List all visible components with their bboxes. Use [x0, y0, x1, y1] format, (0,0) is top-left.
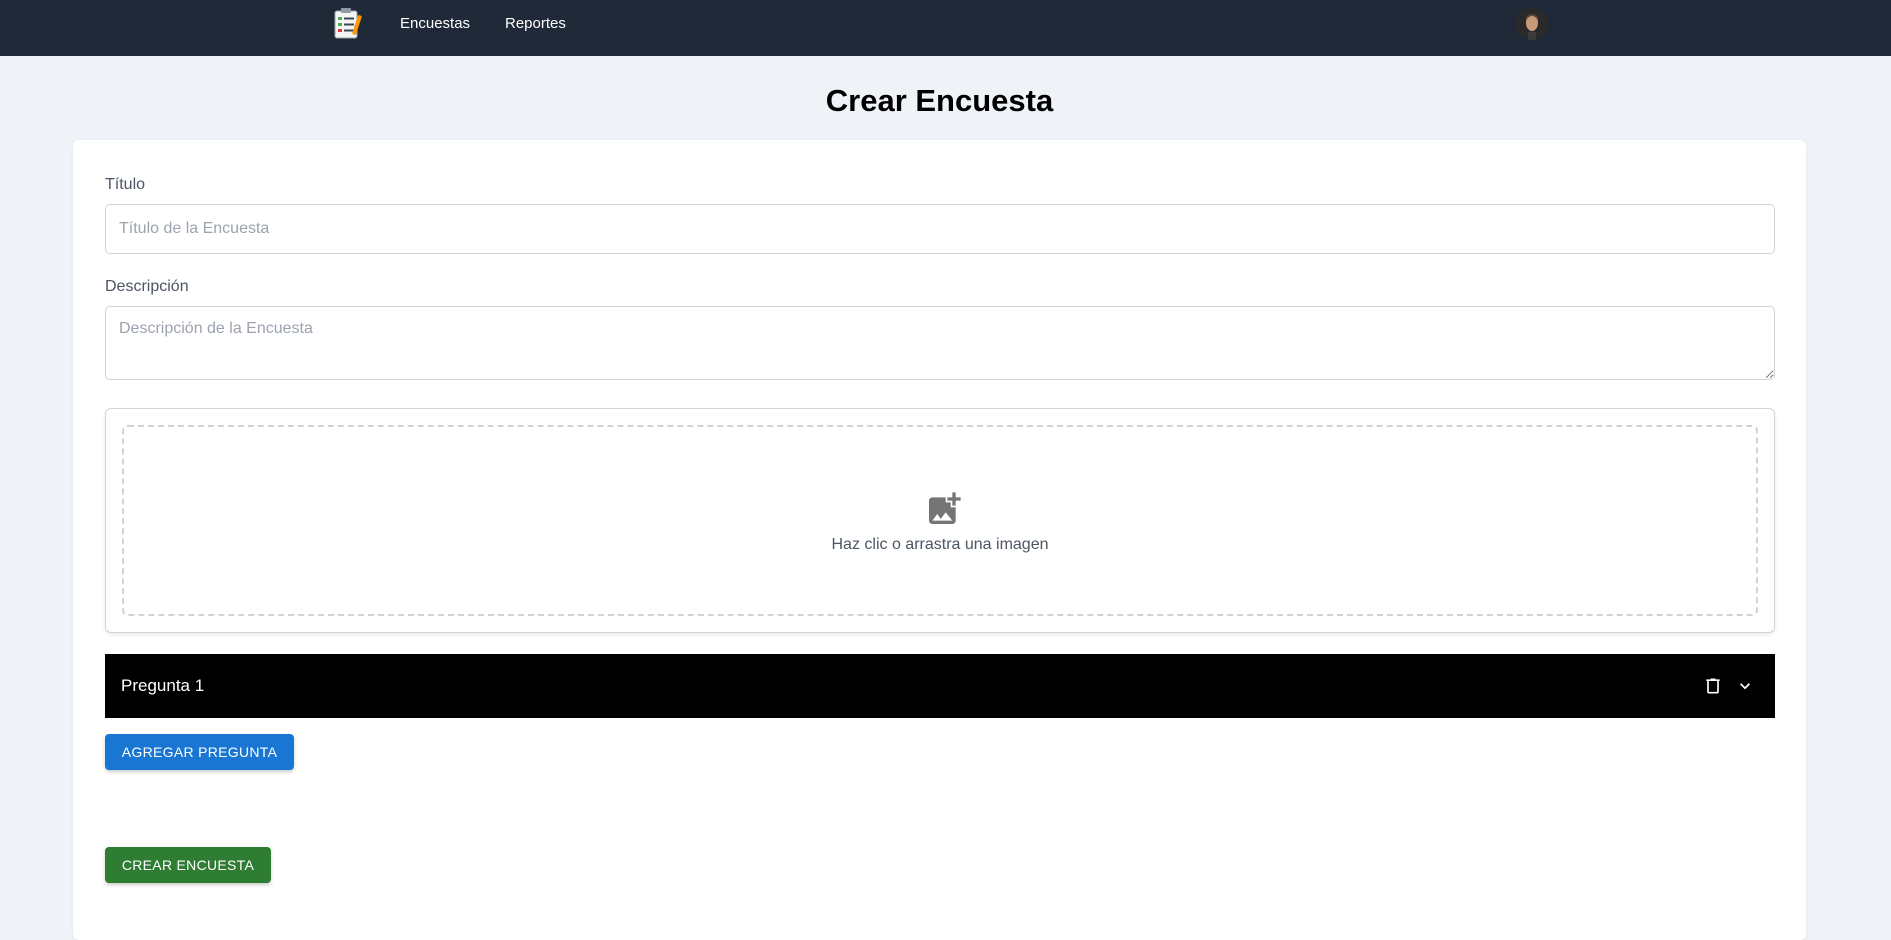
top-navbar: Encuestas Reportes [0, 0, 1891, 56]
chevron-down-icon[interactable] [1735, 676, 1755, 696]
survey-description-input[interactable] [105, 306, 1775, 380]
question-accordion-header[interactable]: Pregunta 1 [105, 654, 1775, 718]
nav-link-reportes[interactable]: Reportes [505, 15, 566, 33]
image-upload-panel: Haz clic o arrastra una imagen [105, 408, 1775, 633]
user-avatar[interactable] [1516, 8, 1548, 40]
create-survey-button[interactable]: CREAR ENCUESTA [105, 847, 271, 883]
add-question-button[interactable]: AGREGAR PREGUNTA [105, 734, 294, 770]
add-photo-icon [929, 492, 961, 524]
survey-title-input[interactable] [105, 204, 1775, 254]
user-avatar-image [1516, 8, 1548, 40]
title-label: Título [105, 176, 146, 193]
dropzone-prompt: Haz clic o arrastra una imagen [831, 536, 1049, 553]
survey-checklist-icon[interactable] [334, 7, 362, 39]
survey-form-card: Título Descripción Haz clic o arrastra u… [73, 140, 1806, 940]
page-title: Crear Encuesta [825, 83, 1054, 118]
image-dropzone[interactable]: Haz clic o arrastra una imagen [122, 425, 1758, 616]
question-title: Pregunta 1 [121, 676, 205, 695]
nav-link-encuestas[interactable]: Encuestas [400, 15, 470, 33]
trash-icon[interactable] [1703, 676, 1723, 696]
description-label: Descripción [105, 278, 189, 295]
